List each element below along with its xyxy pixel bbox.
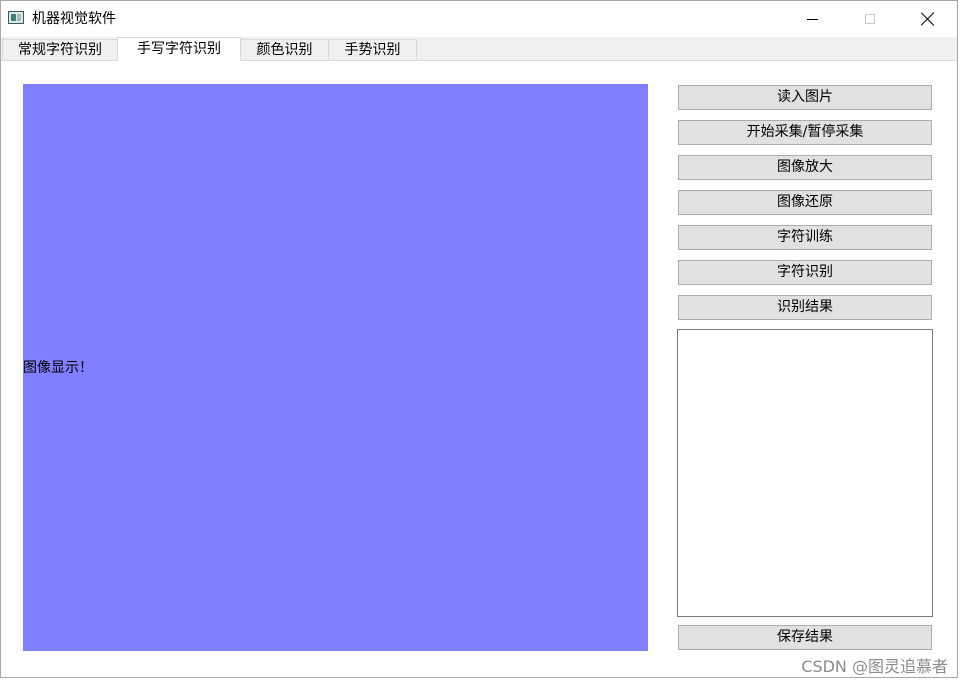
minimize-button[interactable] [783,1,841,37]
train-chars-button[interactable]: 字符训练 [678,225,932,250]
restore-image-button[interactable]: 图像还原 [678,190,932,215]
result-text-box[interactable] [677,329,933,617]
app-window: 机器视觉软件 常规字符识别 手写字符识别 颜色识别 手势识别 图像显示！ 读入图… [0,0,958,678]
maximize-button[interactable] [841,1,899,37]
app-window-icon [8,11,24,24]
save-result-button[interactable]: 保存结果 [678,625,932,650]
read-image-button[interactable]: 读入图片 [678,85,932,110]
maximize-icon [865,14,875,24]
tab-regular-char-recognition[interactable]: 常规字符识别 [2,39,118,60]
zoom-in-button[interactable]: 图像放大 [678,155,932,180]
start-pause-capture-button[interactable]: 开始采集/暂停采集 [678,120,932,145]
recognition-result-button[interactable]: 识别结果 [678,295,932,320]
close-icon [921,12,935,26]
recognize-chars-button[interactable]: 字符识别 [678,260,932,285]
title-bar: 机器视觉软件 [1,1,957,37]
tab-gesture-recognition[interactable]: 手势识别 [328,39,417,60]
image-display-area: 图像显示！ [23,84,648,651]
image-display-label: 图像显示！ [23,360,93,376]
tab-bar: 常规字符识别 手写字符识别 颜色识别 手势识别 [1,37,957,61]
watermark-text: CSDN @图灵追慕者 [801,657,948,676]
window-title: 机器视觉软件 [32,11,116,27]
close-button[interactable] [899,1,957,37]
minimize-icon [806,18,818,20]
tab-color-recognition[interactable]: 颜色识别 [240,39,329,60]
tab-handwritten-char-recognition[interactable]: 手写字符识别 [117,37,241,61]
